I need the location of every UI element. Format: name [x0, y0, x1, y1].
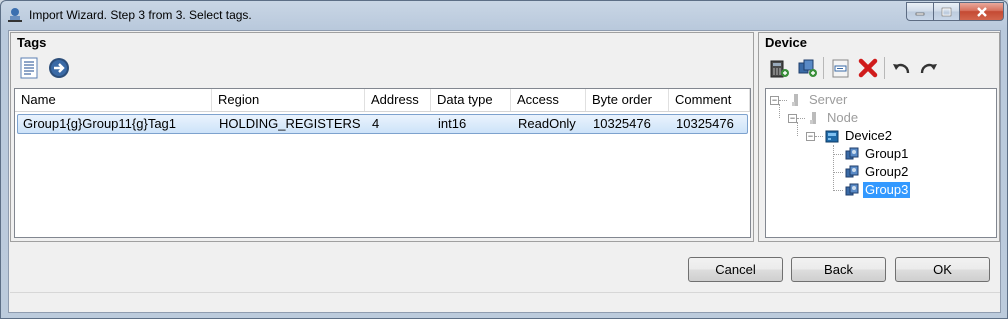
tree-label-node: Node	[827, 110, 859, 125]
group-icon	[844, 146, 860, 162]
collapse-toggle-node[interactable]: −	[788, 114, 797, 123]
tree-connector	[833, 145, 834, 191]
tree-node-node[interactable]: Node	[806, 109, 860, 127]
tree-connector	[779, 100, 787, 101]
device-icon	[824, 128, 840, 144]
maximize-button[interactable]	[933, 2, 959, 21]
cell-region: HOLDING_REGISTERS	[219, 116, 361, 131]
close-button[interactable]	[959, 2, 1004, 21]
tree-label-group2: Group2	[865, 164, 909, 179]
group-icon	[844, 182, 860, 198]
tree-node-group1[interactable]: Group1	[844, 145, 910, 163]
tags-panel: Tags Name Region Address Data type Acces…	[10, 32, 754, 242]
delete-icon[interactable]	[856, 56, 880, 80]
tags-title: Tags	[17, 35, 47, 50]
column-header-byte-order[interactable]: Byte order	[586, 89, 669, 111]
cell-address: 4	[372, 116, 380, 131]
cell-data-type: int16	[438, 116, 467, 131]
tree-connector	[833, 190, 843, 191]
maximize-icon	[941, 7, 952, 16]
tree-node-group2[interactable]: Group2	[844, 163, 910, 181]
cancel-button[interactable]: Cancel	[688, 257, 783, 282]
server-icon	[788, 92, 804, 108]
column-header-data-type[interactable]: Data type	[431, 89, 511, 111]
title-bar[interactable]: Import Wizard. Step 3 from 3. Select tag…	[1, 1, 1007, 29]
tree-node-device[interactable]: Device2	[824, 127, 894, 145]
tree-label-group1: Group1	[865, 146, 909, 161]
tags-grid[interactable]: Name Region Address Data type Access Byt…	[14, 88, 751, 238]
device-panel: Device − − − Server Node Device2 Group1 …	[758, 32, 1000, 242]
column-header-comment[interactable]: Comment	[669, 89, 750, 111]
column-header-access[interactable]: Access	[511, 89, 586, 111]
node-icon	[806, 110, 822, 126]
tree-connector	[833, 154, 843, 155]
toolbar-separator	[884, 57, 885, 79]
tree-label-server: Server	[809, 92, 848, 107]
import-wizard-window: Import Wizard. Step 3 from 3. Select tag…	[0, 0, 1008, 319]
redo-icon[interactable]	[917, 56, 941, 80]
cell-comment: 10325476	[676, 116, 734, 131]
back-button[interactable]: Back	[791, 257, 886, 282]
column-header-address[interactable]: Address	[365, 89, 431, 111]
cell-access: ReadOnly	[518, 116, 576, 131]
wizard-content: Tags Name Region Address Data type Acces…	[8, 30, 1001, 313]
column-header-region[interactable]: Region	[212, 89, 365, 111]
device-title: Device	[765, 35, 807, 50]
collapse-toggle-device[interactable]: −	[806, 132, 815, 141]
tree-label-group3: Group3	[863, 182, 911, 198]
grid-header: Name Region Address Data type Access Byt…	[15, 89, 750, 112]
column-header-name[interactable]: Name	[15, 89, 212, 111]
group-icon	[844, 164, 860, 180]
add-group-icon[interactable]	[795, 56, 819, 80]
app-icon	[7, 7, 23, 23]
table-row[interactable]: Group1{g}Group11{g}Tag1 HOLDING_REGISTER…	[17, 114, 748, 134]
tree-node-server[interactable]: Server	[788, 91, 849, 109]
tags-toolbar	[17, 55, 71, 81]
minimize-icon	[915, 12, 925, 15]
next-arrow-icon[interactable]	[47, 56, 71, 80]
tree-connector	[833, 172, 843, 173]
tree-node-group3[interactable]: Group3	[844, 181, 911, 199]
tree-connector	[797, 118, 805, 119]
collapse-toggle-server[interactable]: −	[770, 96, 779, 105]
close-icon	[976, 6, 987, 17]
tree-label-device: Device2	[845, 128, 892, 143]
device-tree[interactable]: − − − Server Node Device2 Group1 Group2 …	[765, 88, 997, 238]
minimize-button[interactable]	[906, 2, 933, 21]
tree-connector	[779, 104, 780, 118]
tree-connector	[815, 136, 823, 137]
window-title: Import Wizard. Step 3 from 3. Select tag…	[29, 8, 252, 22]
tree-connector	[797, 122, 798, 136]
caption-buttons	[906, 2, 1004, 21]
document-icon[interactable]	[17, 56, 41, 80]
add-device-icon[interactable]	[767, 56, 791, 80]
status-bar	[10, 292, 1000, 312]
cell-byte-order: 10325476	[593, 116, 651, 131]
cell-name: Group1{g}Group11{g}Tag1	[23, 116, 177, 131]
ok-button[interactable]: OK	[895, 257, 990, 282]
toolbar-separator	[823, 57, 824, 79]
undo-icon[interactable]	[889, 56, 913, 80]
device-toolbar	[767, 55, 941, 81]
rename-icon[interactable]	[828, 56, 852, 80]
